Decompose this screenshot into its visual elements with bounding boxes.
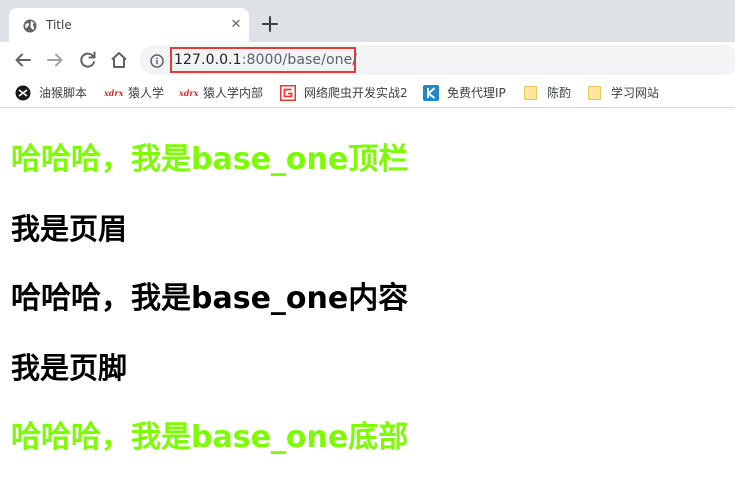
bookmark-folder-study[interactable]: 学习网站 <box>588 84 659 102</box>
url-host: 127.0.0.1 <box>174 52 242 68</box>
forward-arrow-icon[interactable] <box>44 49 66 71</box>
main-content-text: 哈哈哈，我是base_one内容 <box>11 281 409 316</box>
bookmark-free-proxy[interactable]: 免费代理IP <box>423 84 506 102</box>
bottom-text: 哈哈哈，我是base_one底部 <box>11 420 409 455</box>
xdrx-logo-icon: xdrx <box>104 88 124 98</box>
bookmark-label: 猿人学内部 <box>203 86 264 100</box>
globe-icon <box>23 18 37 33</box>
xdrx-logo-icon: xdrx <box>179 88 199 98</box>
tab-strip: Title ✕ <box>0 0 735 42</box>
bookmark-folder-chenzhuo[interactable]: 陈酌 <box>524 84 571 102</box>
folder-icon <box>588 86 601 100</box>
tab-title: Title <box>46 18 72 32</box>
home-icon[interactable] <box>108 49 130 71</box>
bookmark-spider-book[interactable]: 网络爬虫开发实战2 <box>280 84 408 102</box>
top-bar-text: 哈哈哈，我是base_one顶栏 <box>11 142 409 177</box>
k-logo-icon <box>423 85 439 101</box>
new-tab-plus-icon[interactable] <box>259 13 281 35</box>
bookmark-label: 油猴脚本 <box>39 86 88 100</box>
close-icon[interactable]: ✕ <box>228 17 244 33</box>
bookmarks-bar: 油猴脚本 xdrx 猿人学 xdrx 猿人学内部 网络爬虫开发实战2 免费代理I… <box>0 79 735 108</box>
bookmark-label: 网络爬虫开发实战2 <box>304 86 408 100</box>
g-logo-icon <box>280 85 296 101</box>
header-text: 我是页眉 <box>11 212 128 246</box>
bookmark-label: 免费代理IP <box>447 86 506 100</box>
bookmark-label: 猿人学 <box>128 86 165 100</box>
tab-active[interactable]: Title ✕ <box>9 8 249 42</box>
tampermonkey-icon <box>15 85 31 101</box>
bookmark-yuanrenxue-internal[interactable]: xdrx 猿人学内部 <box>179 84 263 102</box>
folder-icon <box>524 86 537 100</box>
reload-icon[interactable] <box>77 49 99 71</box>
bookmark-tampermonkey[interactable]: 油猴脚本 <box>15 84 87 102</box>
bookmark-yuanrenxue[interactable]: xdrx 猿人学 <box>104 84 164 102</box>
browser-toolbar: 127.0.0.1:8000/base/one/ <box>0 42 735 79</box>
back-arrow-icon[interactable] <box>12 49 34 71</box>
info-icon[interactable] <box>150 53 164 68</box>
bookmark-label: 学习网站 <box>611 86 660 100</box>
bookmark-label: 陈酌 <box>547 86 572 100</box>
address-bar[interactable]: 127.0.0.1:8000/base/one/ <box>140 45 735 75</box>
footer-text: 我是页脚 <box>11 351 128 385</box>
url-path: :8000/base/one/ <box>241 52 358 68</box>
url-text[interactable]: 127.0.0.1:8000/base/one/ <box>174 51 357 69</box>
